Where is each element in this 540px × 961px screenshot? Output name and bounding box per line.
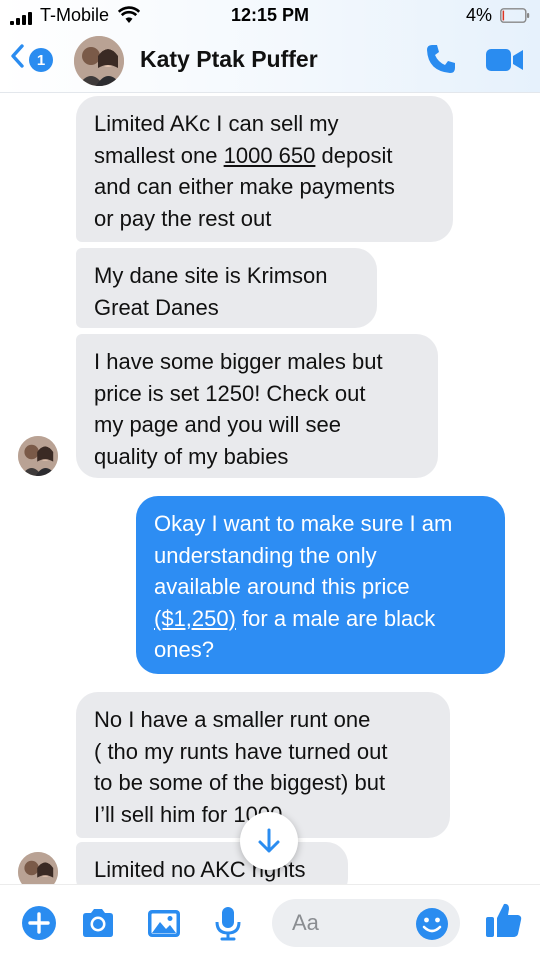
video-icon[interactable] bbox=[486, 46, 524, 74]
sender-avatar bbox=[18, 852, 58, 884]
scroll-down-arrow-icon bbox=[258, 828, 280, 853]
message-list[interactable]: Limited AKc I can sell my smallest one 1… bbox=[0, 92, 540, 884]
unread-badge[interactable]: 1 bbox=[29, 48, 53, 72]
conversation-nav: 1 Katy Ptak Puffer bbox=[0, 32, 540, 90]
battery-percent: 4% bbox=[465, 5, 492, 25]
message-bubble: Limited no AKC rights bbox=[76, 842, 348, 884]
avatar-photo-icon bbox=[18, 436, 58, 476]
battery-icon bbox=[500, 8, 530, 23]
emoji-icon[interactable] bbox=[414, 906, 450, 942]
message-bubble: Limited AKc I can sell my smallest one 1… bbox=[76, 96, 453, 242]
clock: 12:15 PM bbox=[230, 5, 310, 25]
message-bubble: My dane site is Krimson Great Danes bbox=[76, 248, 377, 328]
scroll-to-bottom-button[interactable] bbox=[240, 812, 298, 870]
status-bar: T-Mobile 12:15 PM 4% bbox=[0, 0, 540, 32]
back-chevron-icon[interactable] bbox=[10, 44, 24, 68]
sender-avatar bbox=[18, 436, 58, 476]
message-bubble-outgoing: Okay I want to make sure I am understand… bbox=[136, 496, 505, 674]
contact-avatar[interactable] bbox=[74, 36, 124, 86]
avatar-photo-icon bbox=[18, 852, 58, 884]
camera-icon[interactable] bbox=[80, 905, 116, 941]
message-input-placeholder: Aa bbox=[292, 910, 319, 935]
plus-icon[interactable] bbox=[21, 905, 57, 941]
avatar-photo-icon bbox=[74, 36, 124, 86]
composer-bar: Aa bbox=[0, 884, 540, 961]
microphone-icon[interactable] bbox=[210, 905, 246, 941]
message-bubble: I have some bigger males but price is se… bbox=[76, 334, 438, 478]
contact-name[interactable]: Katy Ptak Puffer bbox=[140, 46, 318, 73]
gallery-icon[interactable] bbox=[146, 905, 182, 941]
header: T-Mobile 12:15 PM 4% 1 Katy Ptak Puffer bbox=[0, 0, 540, 93]
thumbs-up-icon[interactable] bbox=[484, 900, 524, 940]
phone-icon[interactable] bbox=[424, 42, 458, 76]
